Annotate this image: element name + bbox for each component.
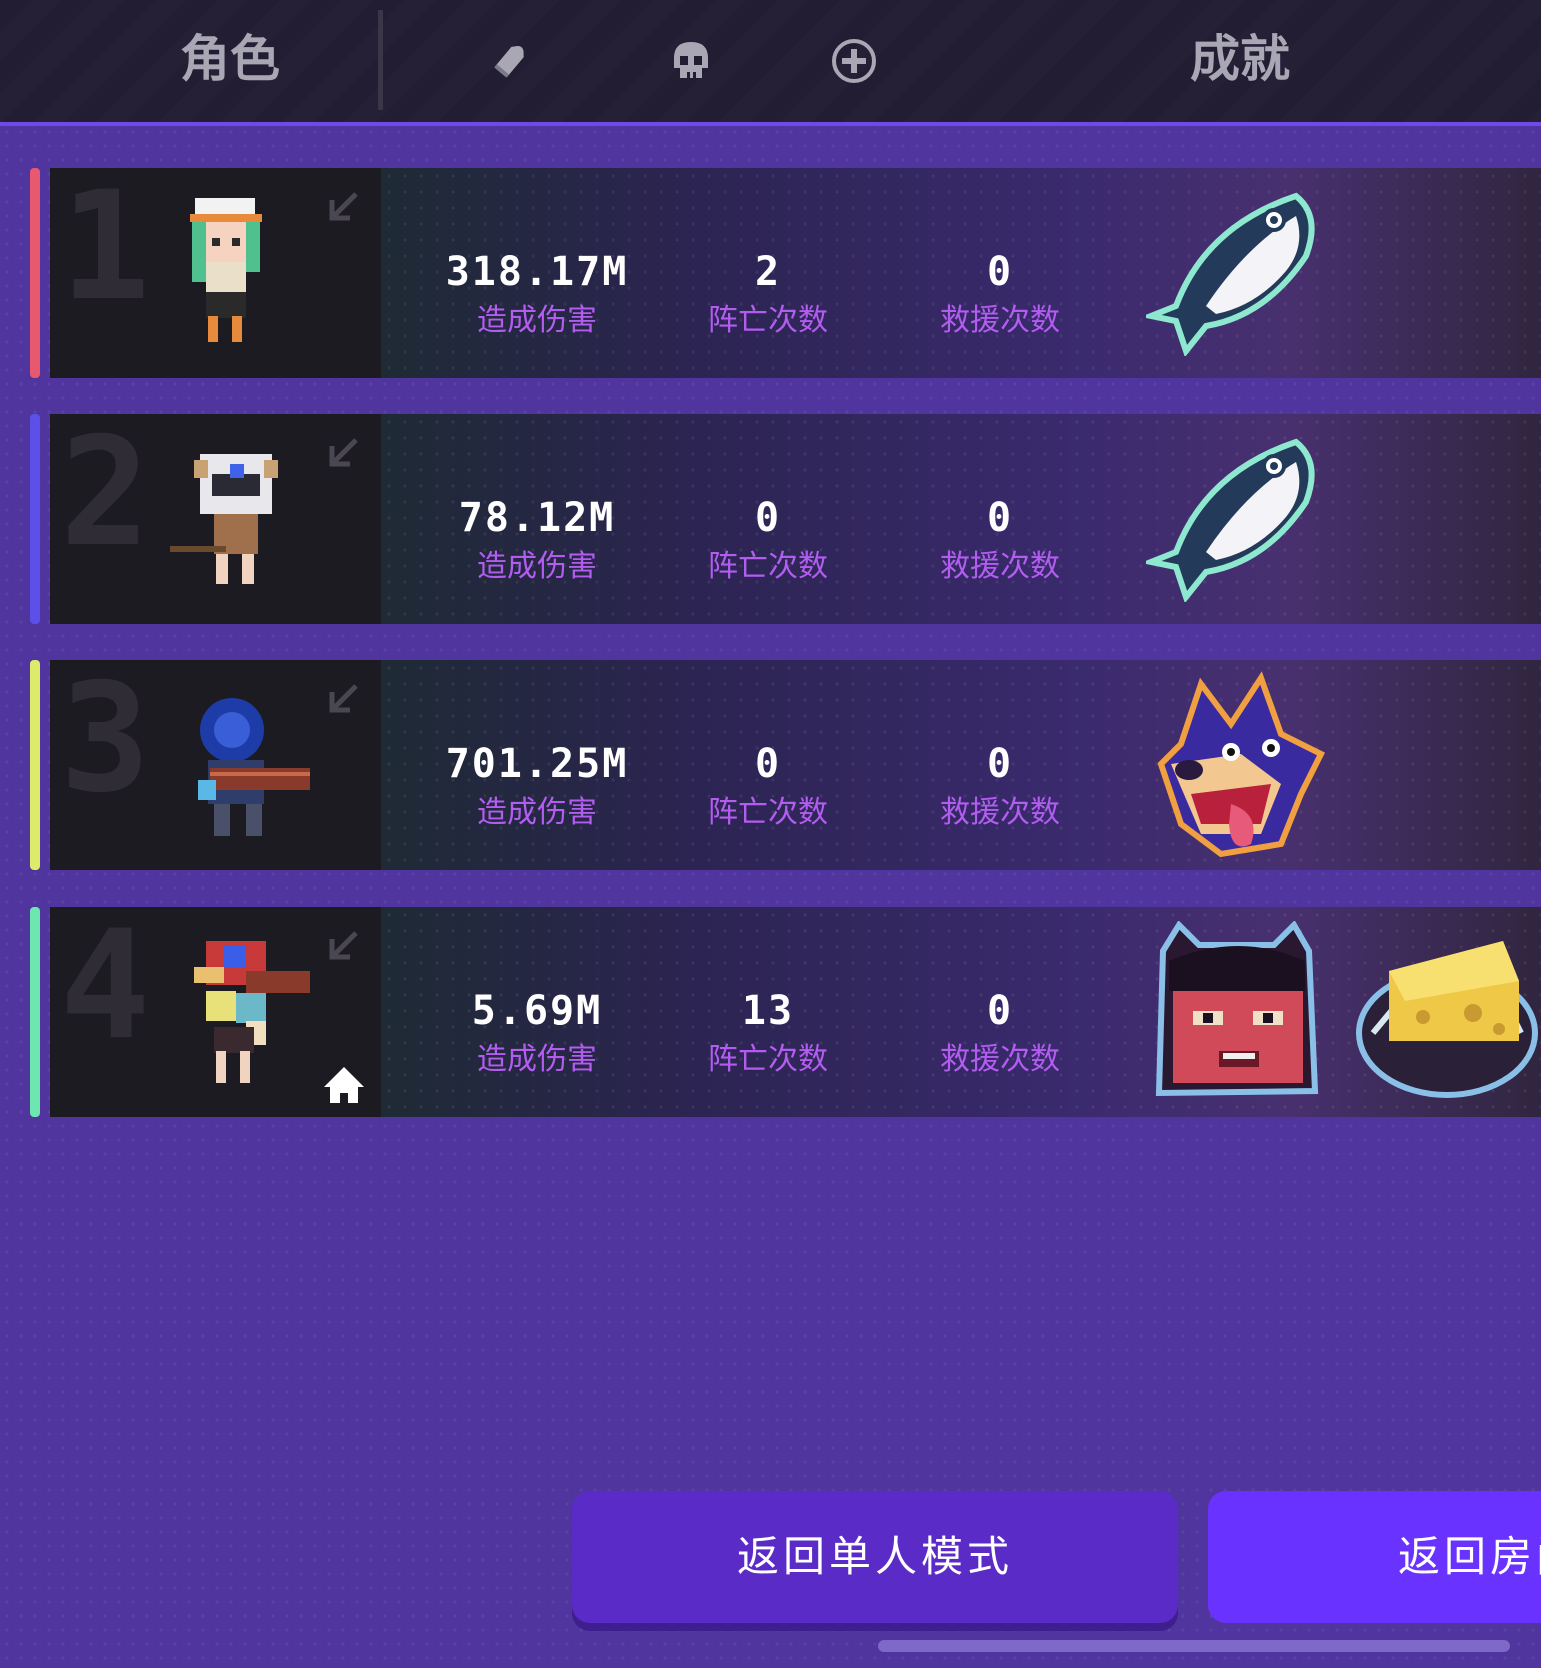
- player-row-3: 3 701.25M 造成伤害 0 阵亡次数 0 救援次数: [0, 660, 1541, 870]
- character-sprite: [190, 198, 262, 342]
- damage-label: 造成伤害: [477, 1042, 597, 1077]
- stats-panel: 318.17M 造成伤害 2 阵亡次数 0 救援次数: [381, 168, 1541, 378]
- collapse-arrow-icon[interactable]: [322, 678, 364, 720]
- character-panel: 3: [50, 660, 381, 870]
- collapse-arrow-icon[interactable]: [322, 432, 364, 474]
- rescues-label: 救援次数: [940, 303, 1060, 338]
- demon-badge-icon[interactable]: [1149, 921, 1324, 1103]
- rescues-label: 救援次数: [940, 1042, 1060, 1077]
- player-row-2: 2 78.12M 造成伤害 0 阵亡次数 0 救援次数: [0, 414, 1541, 624]
- rank-color-bar: [30, 168, 40, 378]
- rescues-value: 0: [986, 249, 1014, 295]
- deaths-label: 阵亡次数: [708, 549, 828, 584]
- skull-icon[interactable]: [666, 36, 716, 86]
- character-sprite: [198, 698, 310, 836]
- return-room-button[interactable]: 返回房间: [1208, 1491, 1541, 1623]
- deaths-value: 13: [741, 988, 795, 1034]
- damage-stat: 701.25M 造成伤害: [422, 660, 652, 836]
- deaths-stat: 13 阵亡次数: [653, 907, 883, 1083]
- deaths-value: 2: [754, 249, 782, 295]
- damage-label: 造成伤害: [477, 795, 597, 830]
- rescues-stat: 0 救援次数: [885, 907, 1115, 1083]
- tab-achievement[interactable]: 成就: [1140, 24, 1340, 94]
- deaths-value: 0: [754, 495, 782, 541]
- rescues-stat: 0 救援次数: [885, 414, 1115, 590]
- deaths-value: 0: [754, 741, 782, 787]
- fish-badge-icon[interactable]: [1146, 432, 1326, 602]
- fish-badge-icon[interactable]: [1146, 186, 1326, 356]
- rank-color-bar: [30, 907, 40, 1117]
- host-home-icon: [324, 1067, 364, 1103]
- wolf-badge-icon[interactable]: [1141, 664, 1341, 864]
- damage-value: 318.17M: [445, 249, 629, 295]
- damage-label: 造成伤害: [477, 549, 597, 584]
- collapse-arrow-icon[interactable]: [322, 186, 364, 228]
- rank-number: 3: [60, 660, 151, 826]
- rank-number: 1: [60, 168, 151, 334]
- plus-circle-icon[interactable]: [829, 36, 879, 86]
- damage-stat: 5.69M 造成伤害: [422, 907, 652, 1083]
- character-panel: 2: [50, 414, 381, 624]
- collapse-arrow-icon[interactable]: [322, 925, 364, 967]
- column-header: 角色 成就: [0, 0, 1541, 126]
- deaths-stat: 0 阵亡次数: [653, 660, 883, 836]
- rescues-stat: 0 救援次数: [885, 660, 1115, 836]
- stats-panel: 78.12M 造成伤害 0 阵亡次数 0 救援次数: [381, 414, 1541, 624]
- rescues-value: 0: [986, 495, 1014, 541]
- player-row-1: 1 318.17M 造成伤害 2 阵亡次数 0 救援次数: [0, 168, 1541, 378]
- damage-stat: 318.17M 造成伤害: [422, 168, 652, 344]
- stats-panel: 5.69M 造成伤害 13 阵亡次数 0 救援次数: [381, 907, 1541, 1117]
- stats-panel: 701.25M 造成伤害 0 阵亡次数 0 救援次数: [381, 660, 1541, 870]
- rescues-label: 救援次数: [940, 549, 1060, 584]
- rank-number: 4: [60, 907, 151, 1073]
- cheese-trap-badge-icon[interactable]: [1353, 921, 1541, 1103]
- rank-color-bar: [30, 660, 40, 870]
- character-sprite: [170, 454, 278, 584]
- tab-character[interactable]: 角色: [120, 24, 340, 94]
- rescues-value: 0: [986, 988, 1014, 1034]
- header-divider: [378, 10, 383, 110]
- bullet-icon[interactable]: [485, 36, 535, 86]
- return-single-player-button[interactable]: 返回单人模式: [572, 1491, 1178, 1623]
- player-row-4: 4 5.69M 造成伤害 13 阵亡次数 0 救援次数: [0, 907, 1541, 1117]
- character-panel: 1: [50, 168, 381, 378]
- deaths-label: 阵亡次数: [708, 303, 828, 338]
- damage-value: 5.69M: [471, 988, 603, 1034]
- rank-color-bar: [30, 414, 40, 624]
- deaths-label: 阵亡次数: [708, 795, 828, 830]
- rescues-stat: 0 救援次数: [885, 168, 1115, 344]
- horizontal-scrollbar[interactable]: [878, 1640, 1510, 1652]
- deaths-label: 阵亡次数: [708, 1042, 828, 1077]
- damage-stat: 78.12M 造成伤害: [422, 414, 652, 590]
- deaths-stat: 2 阵亡次数: [653, 168, 883, 344]
- damage-label: 造成伤害: [477, 303, 597, 338]
- damage-value: 78.12M: [458, 495, 616, 541]
- rescues-value: 0: [986, 741, 1014, 787]
- rescues-label: 救援次数: [940, 795, 1060, 830]
- rank-number: 2: [60, 414, 151, 580]
- character-panel: 4: [50, 907, 381, 1117]
- deaths-stat: 0 阵亡次数: [653, 414, 883, 590]
- damage-value: 701.25M: [445, 741, 629, 787]
- character-sprite: [194, 941, 310, 1083]
